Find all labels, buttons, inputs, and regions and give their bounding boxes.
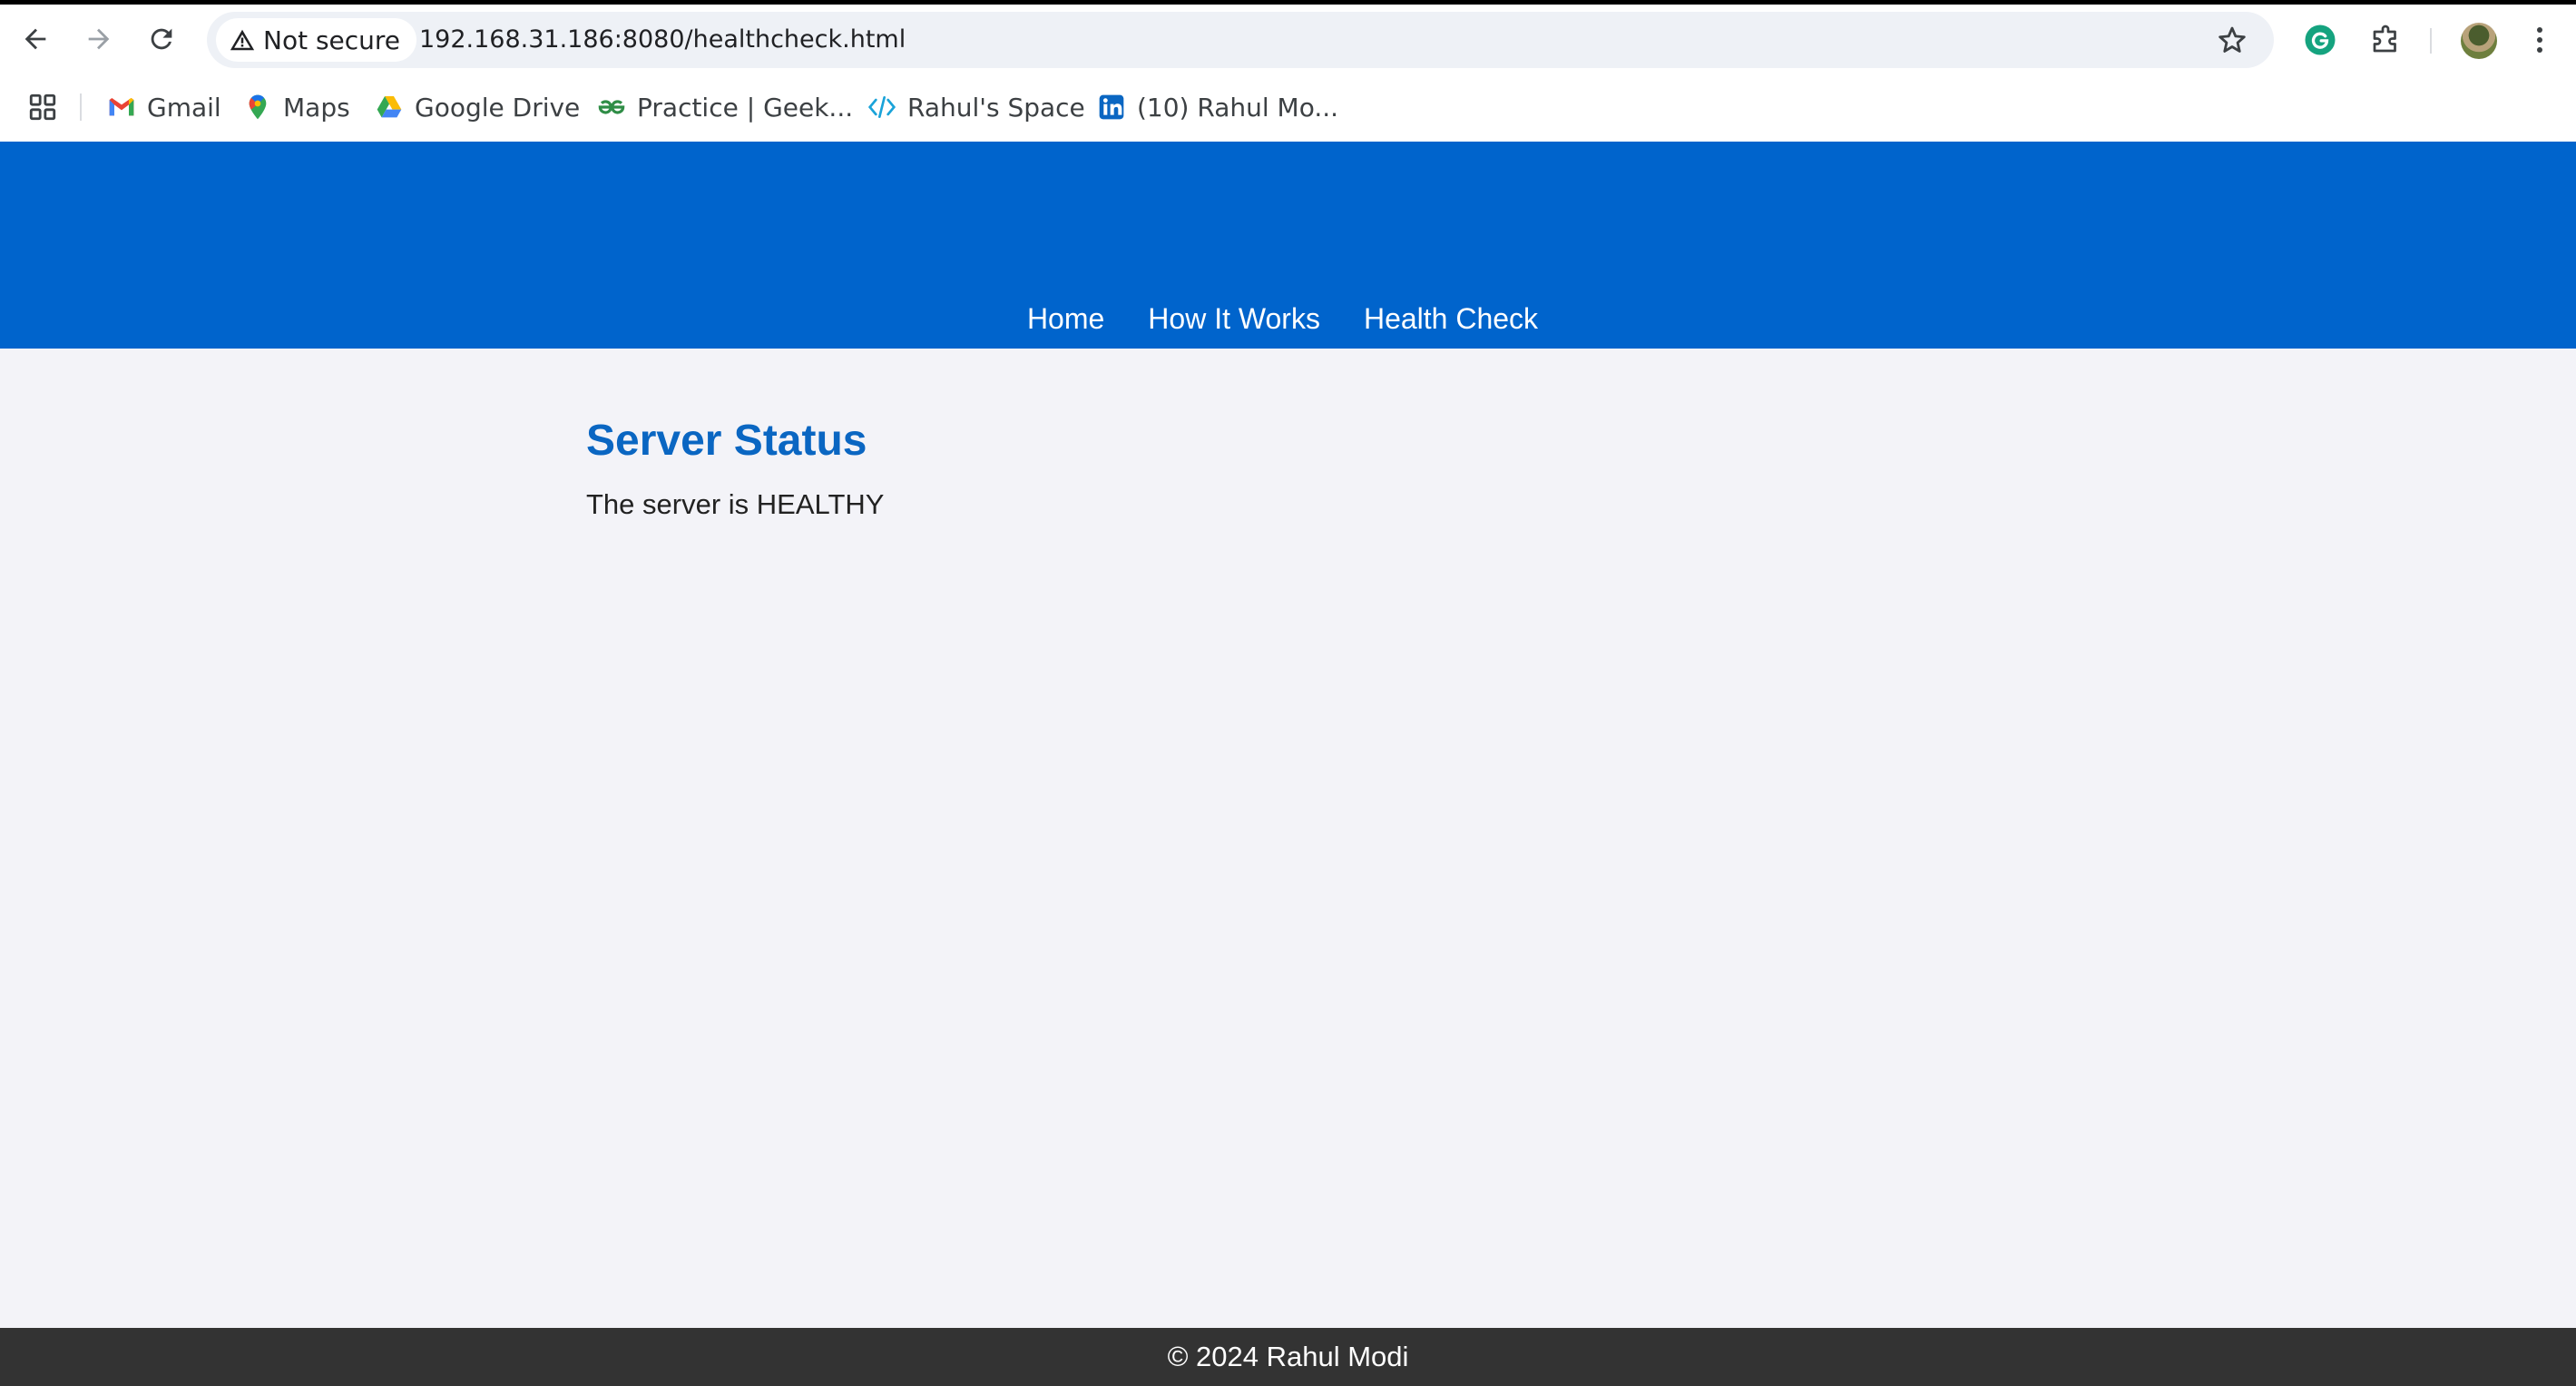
browser-menu-button[interactable]	[2526, 22, 2553, 58]
browser-toolbar: Not secure 192.168.31.186:8080/healthche…	[0, 5, 2576, 74]
back-button[interactable]	[13, 16, 58, 62]
menu-dot	[2537, 47, 2542, 53]
bookmark-label: Google Drive	[415, 92, 581, 123]
site-header: Home How It Works Health Check	[0, 142, 2576, 349]
code-icon	[867, 93, 896, 122]
back-arrow-icon	[24, 28, 46, 50]
url-text[interactable]: 192.168.31.186:8080/healthcheck.html	[419, 12, 906, 68]
reload-icon	[151, 28, 172, 50]
apps-button[interactable]	[27, 92, 58, 123]
bookmark-label: (10) Rahul Mo...	[1137, 92, 1339, 123]
bookmark-practice-geeksforgeeks[interactable]: Practice | Geek...	[597, 84, 853, 130]
site-nav: Home How It Works Health Check	[0, 300, 2571, 337]
bookmark-maps[interactable]: Maps	[243, 84, 350, 130]
server-status-text: The server is HEALTHY	[586, 488, 885, 520]
browser-window: Not secure 192.168.31.186:8080/healthche…	[0, 5, 2576, 1386]
bookmark-label: Practice | Geek...	[637, 92, 854, 123]
menu-dot	[2537, 27, 2542, 33]
web-page: Home How It Works Health Check Server St…	[0, 142, 2576, 1386]
geeksforgeeks-icon	[597, 93, 626, 122]
drive-icon	[375, 93, 404, 122]
security-indicator[interactable]: Not secure	[216, 18, 417, 62]
star-icon	[2218, 26, 2246, 53]
gmail-icon	[107, 93, 136, 122]
maps-icon	[243, 93, 272, 122]
bookmark-rahuls-space[interactable]: Rahul's Space	[867, 84, 1085, 130]
puzzle-piece-icon	[2373, 25, 2396, 53]
grammarly-extension-button[interactable]	[2302, 22, 2338, 58]
bookmark-label: Rahul's Space	[907, 92, 1085, 123]
page-title: Server Status	[586, 417, 867, 465]
nav-link-health-check[interactable]: Health Check	[1364, 300, 1538, 337]
apps-grid-icon	[29, 93, 56, 121]
bookmark-google-drive[interactable]: Google Drive	[375, 84, 580, 130]
toolbar-divider	[2430, 28, 2432, 54]
footer-copyright: © 2024 Rahul Modi	[1167, 1341, 1409, 1372]
forward-arrow-icon	[88, 28, 110, 50]
bookmark-gmail[interactable]: Gmail	[107, 84, 221, 130]
nav-link-home[interactable]: Home	[1027, 300, 1104, 337]
nav-link-how-it-works[interactable]: How It Works	[1148, 300, 1320, 337]
grammarly-icon	[2305, 25, 2336, 55]
forward-button[interactable]	[76, 16, 122, 62]
profile-avatar[interactable]	[2461, 23, 2497, 59]
bookmark-label: Gmail	[147, 92, 221, 123]
main-content: Server Status The server is HEALTHY	[586, 414, 884, 523]
bookmark-label: Maps	[283, 92, 350, 123]
reload-button[interactable]	[139, 16, 184, 62]
extensions-button[interactable]	[2367, 22, 2404, 58]
linkedin-icon	[1097, 93, 1126, 122]
warning-triangle-icon	[229, 26, 256, 54]
bookmarks-divider	[80, 93, 82, 121]
bookmark-linkedin[interactable]: (10) Rahul Mo...	[1097, 84, 1338, 130]
bookmarks-bar: Gmail Maps Google Drive Practice | Geek.…	[0, 74, 2576, 142]
security-label: Not secure	[263, 25, 401, 55]
menu-dot	[2537, 37, 2542, 43]
bookmark-star-button[interactable]	[2214, 22, 2250, 58]
address-bar[interactable]: Not secure 192.168.31.186:8080/healthche…	[207, 12, 2274, 68]
site-footer: © 2024 Rahul Modi	[0, 1328, 2576, 1386]
